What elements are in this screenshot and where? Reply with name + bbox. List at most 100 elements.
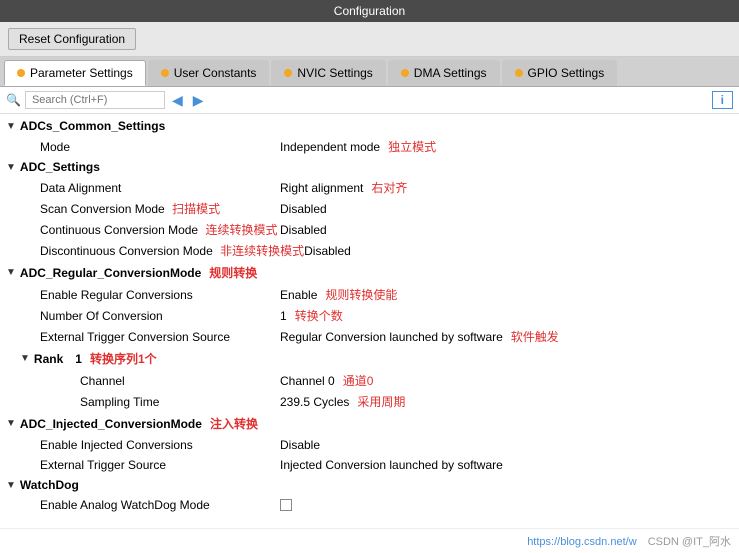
section-label-adc-regular: ADC_Regular_ConversionMode: [20, 266, 201, 280]
info-button[interactable]: i: [712, 91, 733, 109]
tab-dot-gpio: [515, 69, 523, 77]
section-rank-value-cn: 转换序列1个: [90, 350, 157, 367]
section-rank: ▼ Rank 1 转换序列1个 Channel Channel 0 通道0 Sa…: [0, 347, 739, 412]
row-label-number-conversion: Number Of Conversion: [0, 309, 280, 323]
section-header-rank[interactable]: ▼ Rank 1 转换序列1个: [0, 347, 739, 370]
row-label-channel: Channel: [0, 374, 280, 388]
search-icon: 🔍: [6, 93, 21, 107]
row-value-sampling: 239.5 Cycles: [280, 395, 349, 409]
row-label-discontinuous: Discontinuous Conversion Mode 非连续转换模式: [0, 242, 304, 259]
collapse-arrow-adc-common: ▼: [6, 121, 16, 132]
tab-label-dma: DMA Settings: [414, 66, 487, 80]
section-header-adc-settings[interactable]: ▼ ADC_Settings: [0, 157, 739, 177]
row-value-cn-enable-regular: 规则转换使能: [325, 286, 397, 303]
row-enable-regular: Enable Regular Conversions Enable 规则转换使能: [0, 284, 739, 305]
row-value-enable-regular: Enable: [280, 288, 317, 302]
row-value-channel: Channel 0: [280, 374, 335, 388]
row-value-ext-trigger-injected: Injected Conversion launched by software: [280, 458, 503, 472]
row-label-mode: Mode: [0, 140, 280, 154]
row-label-continuous: Continuous Conversion Mode 连续转换模式: [0, 221, 280, 238]
title-bar: Configuration: [0, 0, 739, 22]
section-rank-value: 1: [75, 352, 82, 366]
row-value-discontinuous: Disabled: [304, 244, 351, 258]
row-value-cn-data-alignment: 右对齐: [371, 179, 407, 196]
row-enable-injected: Enable Injected Conversions Disable: [0, 435, 739, 455]
section-label-adc-injected: ADC_Injected_ConversionMode: [20, 417, 202, 431]
title-label: Configuration: [334, 4, 405, 18]
row-value-number-conversion: 1: [280, 309, 287, 323]
tab-nvic[interactable]: NVIC Settings: [271, 60, 385, 86]
collapse-arrow-adc-injected: ▼: [6, 418, 16, 429]
row-value-ext-trigger: Regular Conversion launched by software: [280, 330, 503, 344]
tab-dot-user: [161, 69, 169, 77]
row-ext-trigger-injected: External Trigger Source Injected Convers…: [0, 455, 739, 475]
section-adc-settings: ▼ ADC_Settings Data Alignment Right alig…: [0, 157, 739, 261]
row-label-data-alignment: Data Alignment: [0, 181, 280, 195]
row-value-mode: Independent mode: [280, 140, 380, 154]
row-label-watchdog-mode: Enable Analog WatchDog Mode: [0, 498, 280, 512]
section-header-adc-regular[interactable]: ▼ ADC_Regular_ConversionMode 规则转换: [0, 261, 739, 284]
tab-dot-nvic: [284, 69, 292, 77]
row-value-watchdog-checkbox[interactable]: [280, 499, 292, 511]
row-label-scan-conversion: Scan Conversion Mode 扫描模式: [0, 200, 280, 217]
row-label-enable-injected: Enable Injected Conversions: [0, 438, 280, 452]
row-label-ext-trigger: External Trigger Conversion Source: [0, 330, 280, 344]
row-ext-trigger: External Trigger Conversion Source Regul…: [0, 326, 739, 347]
row-value-continuous: Disabled: [280, 223, 327, 237]
section-label-cn-adc-regular: 规则转换: [209, 264, 257, 281]
tab-gpio[interactable]: GPIO Settings: [502, 60, 618, 86]
collapse-arrow-watchdog: ▼: [6, 480, 16, 491]
watermark-author: CSDN @IT_阿水: [648, 536, 731, 548]
section-header-adc-injected[interactable]: ▼ ADC_Injected_ConversionMode 注入转换: [0, 412, 739, 435]
tab-label-user: User Constants: [174, 66, 257, 80]
tab-label-nvic: NVIC Settings: [297, 66, 372, 80]
row-label-sampling: Sampling Time: [0, 395, 280, 409]
row-discontinuous-conversion: Discontinuous Conversion Mode 非连续转换模式 Di…: [0, 240, 739, 261]
row-value-cn-number-conversion: 转换个数: [295, 307, 343, 324]
section-header-adc-common[interactable]: ▼ ADCs_Common_Settings: [0, 116, 739, 136]
row-value-enable-injected: Disable: [280, 438, 320, 452]
row-number-conversion: Number Of Conversion 1 转换个数: [0, 305, 739, 326]
section-adc-regular: ▼ ADC_Regular_ConversionMode 规则转换 Enable…: [0, 261, 739, 347]
row-data-alignment: Data Alignment Right alignment 右对齐: [0, 177, 739, 198]
row-label-cn-scan: 扫描模式: [172, 202, 220, 216]
section-label-rank: Rank: [34, 352, 63, 366]
tab-parameter[interactable]: Parameter Settings: [4, 60, 146, 86]
watermark-url: https://blog.csdn.net/w: [527, 536, 636, 548]
reset-config-button[interactable]: Reset Configuration: [8, 28, 136, 50]
section-adc-injected: ▼ ADC_Injected_ConversionMode 注入转换 Enabl…: [0, 412, 739, 475]
row-watchdog-mode: Enable Analog WatchDog Mode: [0, 495, 739, 515]
section-adc-common: ▼ ADCs_Common_Settings Mode Independent …: [0, 116, 739, 157]
tab-label-gpio: GPIO Settings: [528, 66, 605, 80]
toolbar: Reset Configuration: [0, 22, 739, 57]
tab-dot-dma: [401, 69, 409, 77]
search-input[interactable]: [25, 91, 165, 109]
row-value-data-alignment: Right alignment: [280, 181, 363, 195]
content-area: ▼ ADCs_Common_Settings Mode Independent …: [0, 114, 739, 528]
tab-user-constants[interactable]: User Constants: [148, 60, 270, 86]
collapse-arrow-adc-regular: ▼: [6, 267, 16, 278]
tab-dma[interactable]: DMA Settings: [388, 60, 500, 86]
row-value-cn-ext-trigger: 软件触发: [511, 328, 559, 345]
nav-prev-arrow[interactable]: ◀: [169, 92, 186, 109]
section-watchdog: ▼ WatchDog Enable Analog WatchDog Mode: [0, 475, 739, 515]
row-sampling-time: Sampling Time 239.5 Cycles 采用周期: [0, 391, 739, 412]
row-label-cn-continuous: 连续转换模式: [205, 223, 277, 237]
section-header-watchdog[interactable]: ▼ WatchDog: [0, 475, 739, 495]
collapse-arrow-adc-settings: ▼: [6, 162, 16, 173]
section-label-adc-common: ADCs_Common_Settings: [20, 119, 165, 133]
row-mode: Mode Independent mode 独立模式: [0, 136, 739, 157]
row-channel: Channel Channel 0 通道0: [0, 370, 739, 391]
section-label-adc-settings: ADC_Settings: [20, 160, 100, 174]
row-value-cn-mode: 独立模式: [388, 138, 436, 155]
row-continuous-conversion: Continuous Conversion Mode 连续转换模式 Disabl…: [0, 219, 739, 240]
nav-next-arrow[interactable]: ▶: [190, 92, 207, 109]
section-label-cn-adc-injected: 注入转换: [210, 415, 258, 432]
row-label-cn-discontinuous: 非连续转换模式: [220, 244, 304, 258]
row-label-ext-trigger-injected: External Trigger Source: [0, 458, 280, 472]
collapse-arrow-rank: ▼: [20, 353, 30, 364]
tabs-bar: Parameter Settings User Constants NVIC S…: [0, 57, 739, 87]
row-value-scan: Disabled: [280, 202, 327, 216]
row-value-cn-sampling: 采用周期: [357, 393, 405, 410]
tab-label-parameter: Parameter Settings: [30, 66, 133, 80]
